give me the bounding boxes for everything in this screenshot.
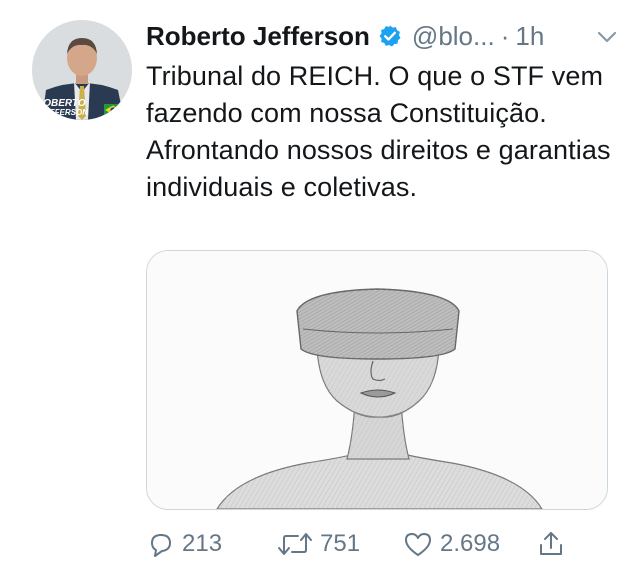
retweet-button[interactable]: 751: [276, 529, 402, 559]
tweet-actions: 213 751 2.698: [146, 524, 616, 564]
share-button[interactable]: [536, 529, 566, 559]
verified-badge-icon: [378, 24, 402, 48]
share-icon: [536, 529, 566, 559]
chevron-down-icon[interactable]: [594, 24, 620, 50]
avatar-photo: ROBERTO JEFFERSON: [32, 20, 132, 120]
header-separator: ·: [500, 20, 510, 51]
author-avatar[interactable]: ROBERTO JEFFERSON: [32, 20, 132, 120]
retweet-icon: [276, 529, 314, 559]
author-display-name[interactable]: Roberto Jefferson: [146, 21, 370, 52]
tweet-header: Roberto Jefferson @blo... · 1h: [146, 16, 620, 56]
author-handle[interactable]: @blo...: [412, 21, 495, 52]
avatar-caption-line2: JEFFERSON: [40, 108, 88, 117]
tweet-timestamp[interactable]: 1h: [515, 21, 544, 52]
like-icon: [402, 529, 434, 559]
tweet-media-image[interactable]: [146, 250, 608, 510]
retweet-count: 751: [320, 530, 361, 557]
reply-icon: [146, 529, 176, 559]
like-count: 2.698: [440, 530, 501, 557]
like-button[interactable]: 2.698: [402, 529, 536, 559]
reply-count: 213: [182, 530, 223, 557]
tweet-text: Tribunal do REICH. O que o STF vem fazen…: [146, 61, 611, 202]
reply-button[interactable]: 213: [146, 529, 276, 559]
blindfolded-justice-drawing: [147, 251, 607, 509]
